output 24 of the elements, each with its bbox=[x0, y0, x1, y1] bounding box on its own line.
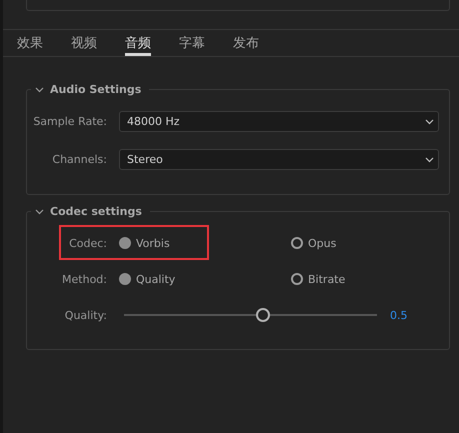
tab[interactable]: 音频 bbox=[125, 30, 151, 56]
field-label: Quality: bbox=[64, 308, 107, 322]
radio-option[interactable]: Vorbis bbox=[119, 236, 279, 250]
dropdown[interactable]: 48000 Hz bbox=[119, 111, 439, 132]
field-label: Method: bbox=[61, 272, 107, 286]
radio-option[interactable]: Opus bbox=[291, 236, 439, 250]
field-label: Codec: bbox=[68, 236, 107, 250]
field-label: Channels: bbox=[51, 153, 107, 166]
slider-thumb[interactable] bbox=[256, 308, 270, 322]
group-title: Audio Settings bbox=[50, 83, 142, 96]
radio-option[interactable]: Bitrate bbox=[291, 272, 439, 286]
dropdown[interactable]: Stereo bbox=[119, 149, 439, 170]
tab[interactable]: 发布 bbox=[233, 30, 259, 56]
field-label: Sample Rate: bbox=[32, 115, 107, 128]
chevron-icon[interactable] bbox=[35, 208, 44, 214]
radio-option[interactable]: Quality bbox=[119, 272, 279, 286]
slider-value: 0.5 bbox=[390, 308, 408, 322]
tab[interactable]: 效果 bbox=[17, 30, 43, 56]
chevron-icon bbox=[425, 118, 434, 124]
group-title: Codec settings bbox=[50, 205, 142, 218]
chevron-icon bbox=[425, 156, 434, 162]
chevron-icon[interactable] bbox=[35, 86, 44, 92]
tab[interactable]: 字幕 bbox=[179, 30, 205, 56]
tab[interactable]: 视频 bbox=[71, 30, 97, 56]
